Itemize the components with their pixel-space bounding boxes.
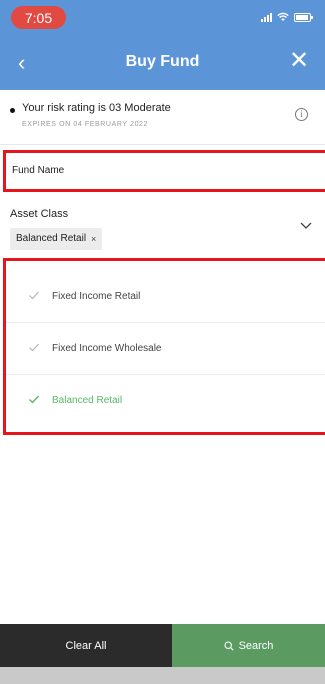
asset-class-label: Asset Class	[10, 208, 69, 220]
status-icons	[261, 12, 313, 22]
bullet-icon	[10, 108, 15, 113]
signal-icon	[261, 12, 272, 22]
search-label: Search	[238, 639, 274, 652]
option-label: Fixed Income Wholesale	[52, 343, 162, 354]
selected-asset-tag-label: Balanced Retail	[16, 233, 87, 244]
clear-all-button[interactable]: Clear All	[0, 624, 172, 667]
home-indicator-bar	[0, 667, 325, 684]
risk-rating-text: Your risk rating is 03 Moderate	[22, 102, 171, 114]
risk-expiry-text: EXPIRES ON 04 FEBRUARY 2022	[22, 121, 149, 128]
close-icon[interactable]: ✕	[287, 49, 311, 73]
chevron-down-icon[interactable]	[299, 218, 313, 232]
battery-icon	[294, 12, 313, 22]
search-icon	[224, 640, 234, 651]
selected-asset-tag: Balanced Retail ×	[10, 228, 103, 250]
info-icon[interactable]: i	[295, 108, 308, 121]
fund-name-label: Fund Name	[12, 165, 65, 176]
option-label: Fixed Income Retail	[52, 291, 141, 302]
status-bar: 7:05	[0, 0, 325, 35]
header: ‹ Buy Fund ✕	[0, 35, 325, 90]
search-button[interactable]: Search	[172, 624, 325, 667]
page-title: Buy Fund	[125, 53, 200, 70]
check-icon	[29, 395, 40, 404]
clear-all-label: Clear All	[65, 639, 107, 652]
check-icon	[29, 343, 39, 352]
risk-rating-row: Your risk rating is 03 Moderate EXPIRES …	[0, 90, 325, 145]
option-label: Balanced Retail	[52, 395, 123, 406]
check-icon	[29, 291, 39, 300]
wifi-icon	[277, 12, 289, 21]
footer-actions: Clear All Search	[0, 624, 325, 667]
fund-name-field[interactable]: Fund Name	[3, 150, 325, 192]
status-time: 7:05	[11, 6, 66, 29]
asset-class-options: Fixed Income Retail Fixed Income Wholesa…	[3, 258, 325, 435]
option-fixed-income-retail[interactable]: Fixed Income Retail	[6, 271, 325, 323]
option-fixed-income-wholesale[interactable]: Fixed Income Wholesale	[6, 323, 325, 375]
remove-tag-icon[interactable]: ×	[91, 228, 96, 250]
option-balanced-retail[interactable]: Balanced Retail	[6, 375, 325, 427]
asset-class-select[interactable]: Asset Class Balanced Retail ×	[0, 196, 325, 258]
